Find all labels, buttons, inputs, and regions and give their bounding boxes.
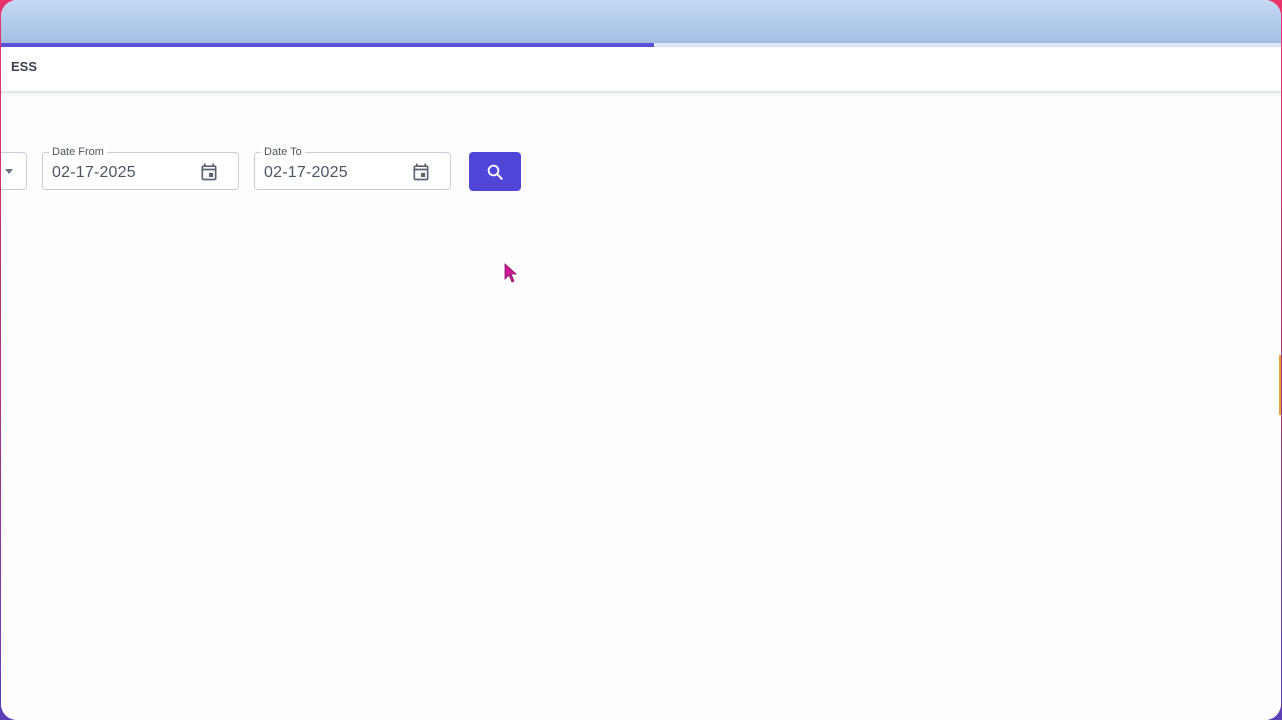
- date-from-value[interactable]: 02-17-2025: [52, 164, 136, 182]
- browser-top-bar: [1, 0, 1281, 44]
- mouse-cursor-icon: [504, 263, 518, 283]
- app-window: ESS Date From 02-17-2025 Date To 02-17-2…: [1, 0, 1281, 720]
- calendar-icon[interactable]: [199, 162, 219, 182]
- date-from-label: Date From: [49, 145, 107, 159]
- search-button[interactable]: [469, 152, 521, 191]
- main-content: Date From 02-17-2025 Date To 02-17-2025: [1, 100, 1281, 720]
- date-from-field[interactable]: Date From 02-17-2025: [42, 145, 239, 190]
- date-to-field[interactable]: Date To 02-17-2025: [254, 145, 451, 190]
- app-title: ESS: [11, 59, 38, 74]
- app-header: ESS: [1, 47, 1281, 93]
- edge-accent: [1279, 355, 1281, 415]
- date-to-label: Date To: [261, 145, 305, 159]
- calendar-icon[interactable]: [411, 162, 431, 182]
- filter-select[interactable]: [1, 152, 27, 190]
- date-to-value[interactable]: 02-17-2025: [264, 164, 348, 182]
- chevron-down-icon: [5, 169, 13, 174]
- search-icon: [487, 164, 503, 180]
